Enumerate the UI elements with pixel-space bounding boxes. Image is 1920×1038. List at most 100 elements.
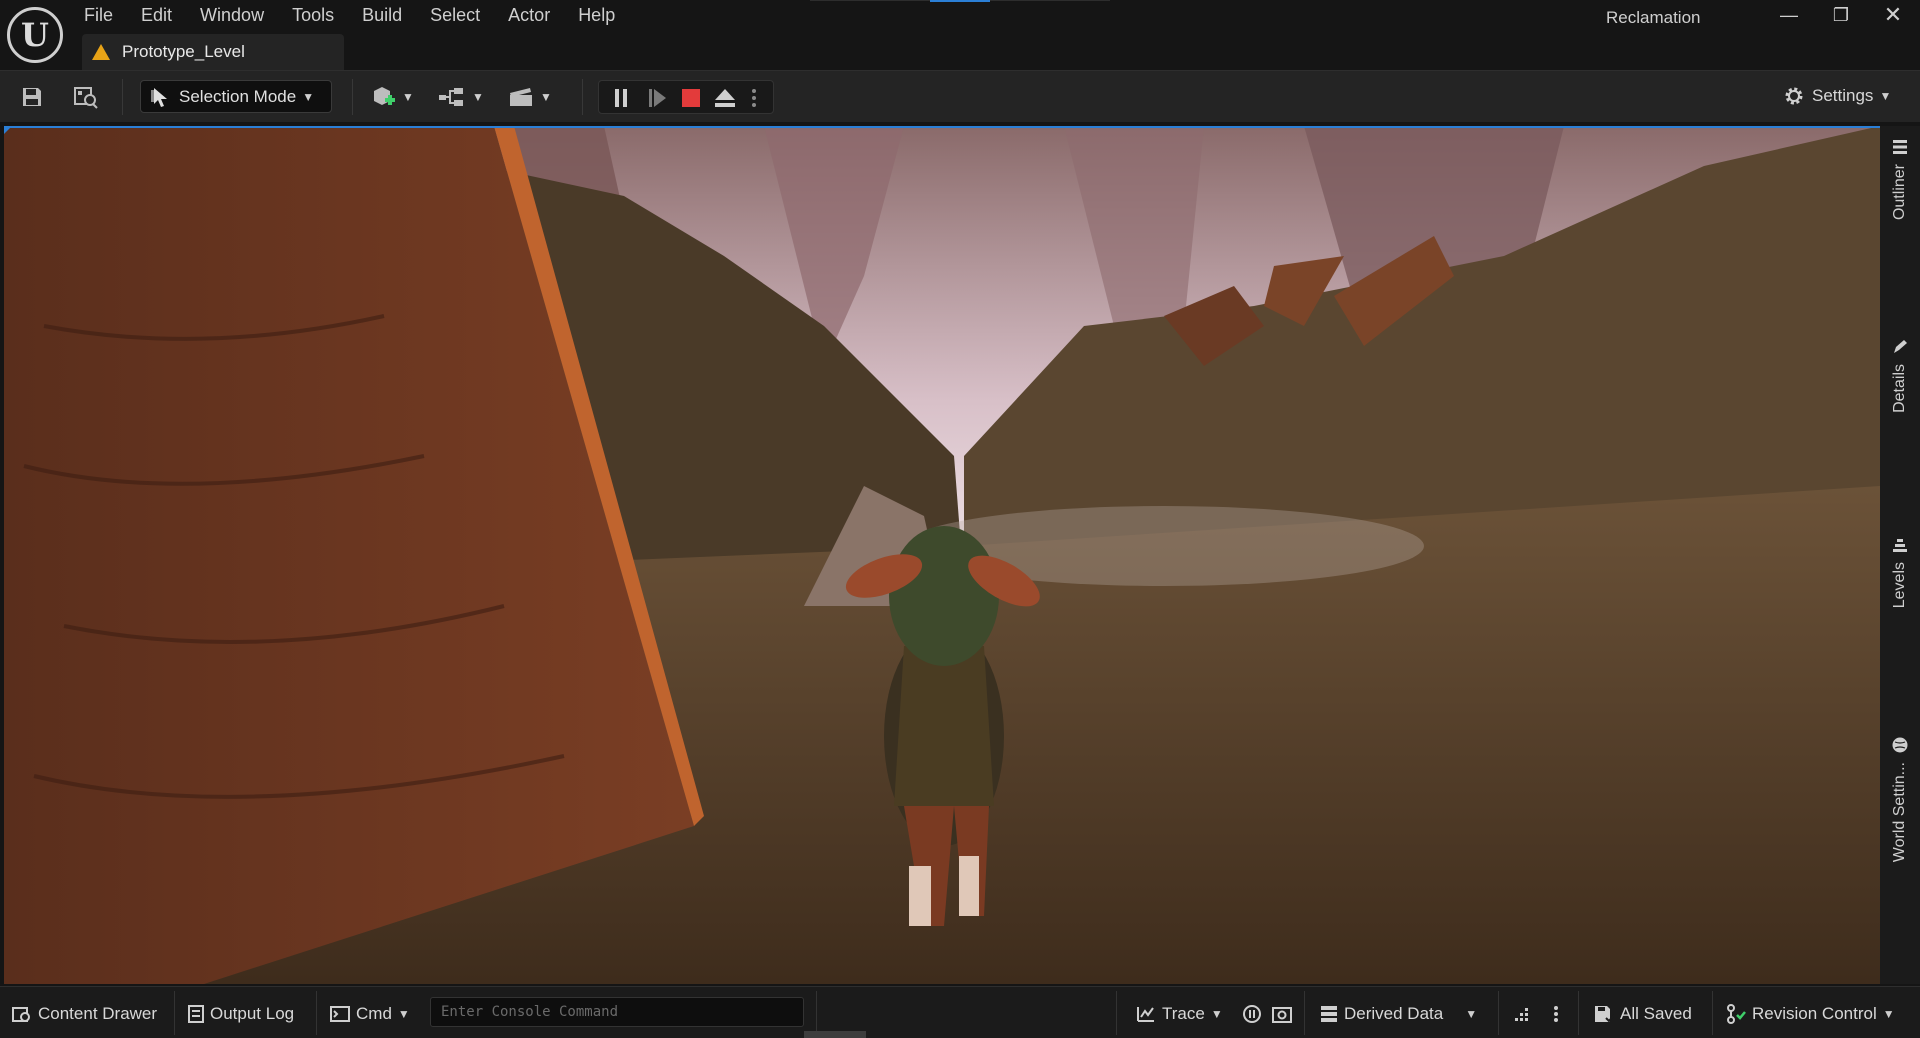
viewport-corner-marker <box>4 126 12 134</box>
status-divider <box>1712 991 1713 1035</box>
browse-icon[interactable] <box>72 83 100 111</box>
pause-icon[interactable] <box>609 86 633 110</box>
chevron-down-icon: ▼ <box>302 89 315 104</box>
toolbar-divider <box>352 79 353 115</box>
menu-select[interactable]: Select <box>416 0 494 30</box>
status-divider <box>174 991 175 1035</box>
record-trace-button[interactable] <box>1242 1001 1262 1027</box>
level-tab[interactable]: Prototype_Level <box>82 34 344 70</box>
tab-outliner-label: Outliner <box>1891 164 1908 221</box>
cinematics-dropdown[interactable]: ▼ <box>508 83 552 111</box>
content-drawer-button[interactable]: Content Drawer <box>12 1001 157 1027</box>
chevron-down-icon: ▼ <box>472 90 484 104</box>
add-actor-icon <box>374 87 395 105</box>
content-drawer-label: Content Drawer <box>38 1004 158 1023</box>
status-divider <box>316 991 317 1035</box>
cmd-dropdown[interactable]: Cmd ▼ <box>330 1001 410 1027</box>
menu-tools[interactable]: Tools <box>278 0 348 30</box>
blueprint-dropdown[interactable]: ▼ <box>438 83 484 111</box>
minimize-button[interactable]: — <box>1764 0 1814 30</box>
selection-mode-dropdown[interactable]: Selection Mode ▼ <box>140 80 332 113</box>
menu-edit[interactable]: Edit <box>127 0 186 30</box>
title-bar: U File Edit Window Tools Build Select Ac… <box>0 0 1920 70</box>
output-log-button[interactable]: Output Log <box>188 1001 294 1027</box>
menu-actor[interactable]: Actor <box>494 0 564 30</box>
revision-control-icon <box>1726 1004 1746 1024</box>
chevron-down-icon: ▼ <box>1210 1007 1223 1021</box>
eject-icon[interactable] <box>713 86 737 110</box>
more-status-options-icon[interactable] <box>1554 1001 1558 1027</box>
play-controls <box>598 80 774 114</box>
globe-icon <box>1892 737 1908 753</box>
record-icon <box>1243 1005 1261 1023</box>
all-saved-label: All Saved <box>1620 1004 1692 1023</box>
tab-world-settings[interactable]: World Settin... <box>1880 736 1920 862</box>
database-icon <box>1320 1005 1338 1023</box>
log-icon <box>188 1005 204 1023</box>
menu-window[interactable]: Window <box>186 0 278 30</box>
derived-data-label: Derived Data <box>1344 1004 1444 1023</box>
menu-help[interactable]: Help <box>564 0 629 30</box>
menu-file[interactable]: File <box>70 0 127 30</box>
restore-button[interactable]: ❐ <box>1816 0 1866 30</box>
all-saved-button[interactable]: All Saved <box>1594 1001 1692 1027</box>
tab-levels[interactable]: Levels <box>1880 536 1920 608</box>
stop-icon[interactable] <box>679 86 703 110</box>
status-divider <box>1116 991 1117 1035</box>
menu-build[interactable]: Build <box>348 0 416 30</box>
console-command-input[interactable]: Enter Console Command <box>430 997 804 1027</box>
trace-icon <box>1136 1005 1156 1023</box>
levels-icon <box>1893 539 1907 552</box>
title-accent <box>930 0 990 2</box>
logo-letter: U <box>21 16 49 54</box>
settings-label: Settings <box>1812 86 1874 105</box>
chevron-down-icon: ▼ <box>1879 89 1892 103</box>
warning-icon <box>92 44 110 60</box>
toolbar-divider <box>122 79 123 115</box>
blueprint-icon <box>439 88 463 106</box>
tab-levels-label: Levels <box>1891 562 1908 609</box>
trace-label: Trace <box>1162 1004 1205 1023</box>
terminal-icon <box>330 1006 350 1022</box>
unreal-logo-icon[interactable]: U <box>7 7 63 63</box>
viewport-focus-border <box>4 126 1880 128</box>
revision-control-label: Revision Control <box>1752 1004 1877 1023</box>
status-divider <box>1304 991 1305 1035</box>
cinematics-icon <box>510 88 532 106</box>
tab-details[interactable]: Details <box>1880 338 1920 413</box>
toolbar-divider <box>582 79 583 115</box>
status-divider <box>816 991 817 1035</box>
trace-dropdown[interactable]: Trace ▼ <box>1136 1001 1223 1027</box>
scrollbar-handle[interactable] <box>804 1031 866 1038</box>
save-icon[interactable] <box>18 83 46 111</box>
selection-mode-label: Selection Mode <box>179 86 297 106</box>
list-icon <box>1893 140 1907 154</box>
step-icon[interactable] <box>645 86 669 110</box>
camera-icon <box>1272 1007 1292 1023</box>
chevron-down-icon: ▼ <box>397 1007 410 1021</box>
derived-data-dropdown[interactable]: Derived Data ▼ <box>1320 1001 1477 1027</box>
cmd-label: Cmd <box>356 1004 392 1023</box>
status-divider <box>1578 991 1579 1035</box>
close-button[interactable]: ✕ <box>1868 0 1918 30</box>
chevron-down-icon: ▼ <box>402 90 414 104</box>
level-viewport[interactable] <box>4 126 1880 984</box>
project-title: Reclamation <box>1606 8 1701 27</box>
output-log-label: Output Log <box>210 1004 295 1023</box>
screenshot-trace-button[interactable] <box>1272 1001 1292 1027</box>
menu-bar: File Edit Window Tools Build Select Acto… <box>70 0 629 30</box>
add-actor-dropdown[interactable]: ▼ <box>370 83 414 111</box>
more-options-icon[interactable] <box>747 86 761 110</box>
level-tab-label: Prototype_Level <box>122 42 245 61</box>
tab-outliner[interactable]: Outliner <box>1880 138 1920 220</box>
chevron-down-icon: ▼ <box>1465 1007 1478 1021</box>
revision-control-dropdown[interactable]: Revision Control ▼ <box>1726 1001 1895 1027</box>
tab-world-settings-label: World Settin... <box>1891 762 1908 863</box>
save-status-icon <box>1594 1005 1614 1023</box>
chevron-down-icon: ▼ <box>1882 1007 1895 1021</box>
content-drawer-icon <box>12 1005 32 1023</box>
settings-button[interactable]: Settings ▼ <box>1782 84 1891 108</box>
status-bar: Content Drawer Output Log Cmd ▼ Enter Co… <box>0 986 1920 1038</box>
batch-icon[interactable] <box>1514 1001 1532 1027</box>
side-panel: Outliner Details Levels World Settin... <box>1880 126 1920 984</box>
